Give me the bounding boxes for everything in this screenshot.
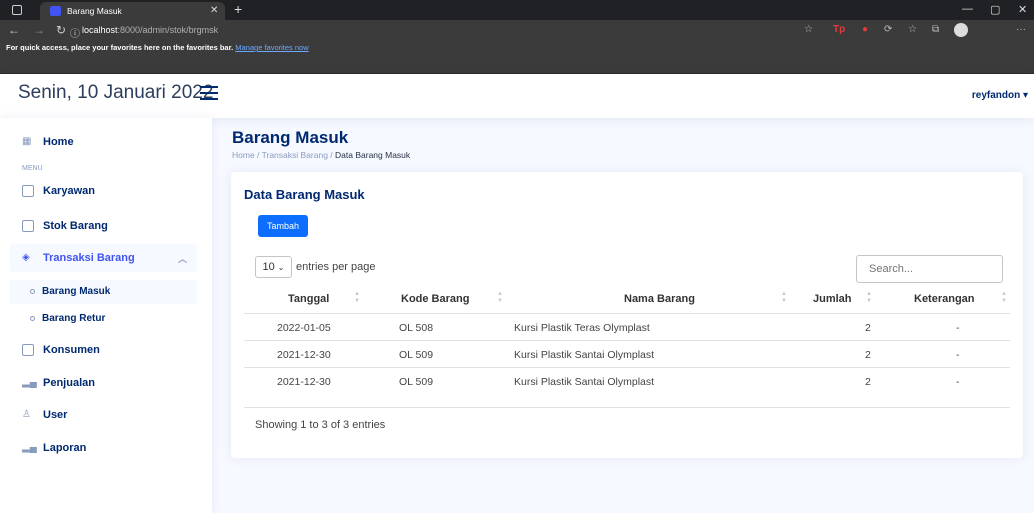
sort-icon[interactable]: ▲ ▼ <box>866 291 872 305</box>
list-icon <box>22 344 34 356</box>
header-keterangan[interactable]: Keterangan <box>914 293 975 305</box>
chevron-up-icon: ︿ <box>177 254 187 264</box>
sidebar-subitem-barang-masuk[interactable]: Barang Masuk <box>30 286 110 297</box>
person-card-icon <box>22 185 34 197</box>
refresh-icon[interactable]: ↻ <box>56 23 66 37</box>
sidebar-item-home[interactable]: ▦ Home <box>22 129 197 155</box>
entries-info: Showing 1 to 3 of 3 entries <box>255 419 386 431</box>
cell-kode: OL 509 <box>399 349 434 361</box>
breadcrumb-current: Data Barang Masuk <box>335 150 411 160</box>
sidebar-heading: MENU <box>22 165 43 172</box>
cell-jumlah: 2 <box>865 349 871 361</box>
toggle-sidebar-icon[interactable] <box>200 86 218 100</box>
browser-tab[interactable]: Barang Masuk ✕ <box>40 2 225 20</box>
cell-tanggal: 2022-01-05 <box>277 322 331 334</box>
cell-keterangan: - <box>956 376 960 388</box>
favicon-icon <box>50 6 61 16</box>
cell-tanggal: 2021-12-30 <box>277 376 331 388</box>
close-tab-icon[interactable]: ✕ <box>210 5 218 16</box>
cell-nama: Kursi Plastik Teras Olymplast <box>514 322 650 334</box>
cell-nama: Kursi Plastik Santai Olymplast <box>514 376 655 388</box>
sort-icon[interactable]: ▲ ▼ <box>497 291 503 305</box>
back-icon[interactable]: ← <box>8 23 20 37</box>
new-tab-icon[interactable]: + <box>234 1 242 17</box>
sidebar-item-penjualan[interactable]: ▂▄ Penjualan <box>22 370 197 396</box>
favorites-icon[interactable]: ☆ <box>908 24 917 35</box>
app-header: Senin, 10 Januari 2022 reyfandon ▾ <box>0 74 1034 118</box>
manage-favorites-link[interactable]: Manage favorites now <box>235 43 308 52</box>
person-icon: ♙ <box>22 409 31 420</box>
card-title: Data Barang Masuk <box>244 187 365 202</box>
per-page-select[interactable]: 10 ⌄ <box>255 256 292 278</box>
extension-red-icon[interactable]: ● <box>862 24 868 35</box>
chevron-down-icon: ⌄ <box>277 262 285 272</box>
sort-icon[interactable]: ▲ ▼ <box>1001 291 1007 305</box>
bar-chart-icon: ▂▄ <box>22 377 37 388</box>
maximize-icon[interactable]: ▢ <box>990 3 1000 16</box>
header-date: Senin, 10 Januari 2022 <box>18 82 214 103</box>
per-page-control: 10 ⌄ entries per page <box>255 256 376 278</box>
search-input[interactable] <box>856 255 1003 283</box>
table-row: 2021-12-30 OL 509 Kursi Plastik Santai O… <box>244 368 1010 395</box>
per-page-label: entries per page <box>296 261 376 273</box>
sidebar-subitem-barang-retur[interactable]: Barang Retur <box>30 313 105 324</box>
extension-icon[interactable]: ⟳ <box>884 24 892 35</box>
sidebar-item-stok-barang[interactable]: Stok Barang <box>22 213 197 239</box>
sidebar: ▦ Home MENU Karyawan Stok Barang ◈ Trans… <box>0 118 212 513</box>
header-kode-barang[interactable]: Kode Barang <box>401 293 469 305</box>
breadcrumb-home[interactable]: Home <box>232 150 255 160</box>
cell-jumlah: 2 <box>865 322 871 334</box>
url-input[interactable]: localhost:8000/admin/stok/brgmsk <box>82 25 218 35</box>
collections-icon[interactable]: ⧉ <box>932 24 939 35</box>
breadcrumb-transaksi[interactable]: Transaksi Barang <box>262 150 328 160</box>
sidebar-item-konsumen[interactable]: Konsumen <box>22 337 197 363</box>
add-favorite-icon[interactable]: ☆ <box>804 24 813 35</box>
add-button[interactable]: Tambah <box>258 215 308 237</box>
box-icon <box>22 220 34 232</box>
sort-icon[interactable]: ▲ ▼ <box>354 291 360 305</box>
table-footer-divider <box>244 407 1010 408</box>
bar-chart-icon: ▂▄ <box>22 442 37 453</box>
cell-keterangan: - <box>956 322 960 334</box>
breadcrumb: Home / Transaksi Barang / Data Barang Ma… <box>232 150 411 160</box>
cell-jumlah: 2 <box>865 376 871 388</box>
tab-title: Barang Masuk <box>67 6 122 16</box>
cell-kode: OL 509 <box>399 376 434 388</box>
gem-icon: ◈ <box>22 252 30 263</box>
browser-titlebar: Barang Masuk ✕ + — ▢ ✕ <box>0 0 1034 20</box>
cell-kode: OL 508 <box>399 322 434 334</box>
sidebar-item-laporan[interactable]: ▂▄ Laporan <box>22 435 197 461</box>
table-header-row: Tanggal ▲ ▼ Kode Barang ▲ ▼ Nama Barang ▲ ▼… <box>244 286 1010 314</box>
data-card: Data Barang Masuk Tambah 10 ⌄ entries pe… <box>231 172 1023 458</box>
table-row: 2022-01-05 OL 508 Kursi Plastik Teras Ol… <box>244 314 1010 341</box>
user-dropdown[interactable]: reyfandon ▾ <box>972 90 1028 101</box>
site-info-icon[interactable]: ⓘ <box>70 25 80 40</box>
more-icon[interactable]: ··· <box>1016 24 1026 35</box>
favorites-bar-text: For quick access, place your favorites h… <box>6 43 309 52</box>
favorites-bar: For quick access, place your favorites h… <box>0 42 1034 74</box>
extension-tp-icon[interactable]: Tp <box>833 24 845 35</box>
minimize-icon[interactable]: — <box>962 3 973 15</box>
profile-avatar[interactable] <box>954 23 968 37</box>
header-jumlah[interactable]: Jumlah <box>813 293 852 305</box>
sidebar-item-karyawan[interactable]: Karyawan <box>22 178 197 204</box>
header-tanggal[interactable]: Tanggal <box>288 293 329 305</box>
cell-keterangan: - <box>956 349 960 361</box>
table-row: 2021-12-30 OL 509 Kursi Plastik Santai O… <box>244 341 1010 368</box>
sidebar-item-transaksi-barang[interactable]: ◈ Transaksi Barang ︿ <box>22 245 197 271</box>
forward-icon[interactable]: → <box>33 23 45 37</box>
bullet-icon <box>30 289 35 294</box>
page-title: Barang Masuk <box>232 128 349 147</box>
grid-icon: ▦ <box>22 136 32 147</box>
data-table: Tanggal ▲ ▼ Kode Barang ▲ ▼ Nama Barang ▲ ▼… <box>244 286 1010 395</box>
sort-icon[interactable]: ▲ ▼ <box>781 291 787 305</box>
header-nama-barang[interactable]: Nama Barang <box>624 293 695 305</box>
cell-nama: Kursi Plastik Santai Olymplast <box>514 349 655 361</box>
bullet-icon <box>30 316 35 321</box>
address-bar: ← → ↻ ⓘ localhost:8000/admin/stok/brgmsk… <box>0 20 1034 42</box>
close-window-icon[interactable]: ✕ <box>1018 3 1027 16</box>
cell-tanggal: 2021-12-30 <box>277 349 331 361</box>
tab-actions-icon[interactable] <box>12 5 22 15</box>
sidebar-item-user[interactable]: ♙ User <box>22 402 197 428</box>
